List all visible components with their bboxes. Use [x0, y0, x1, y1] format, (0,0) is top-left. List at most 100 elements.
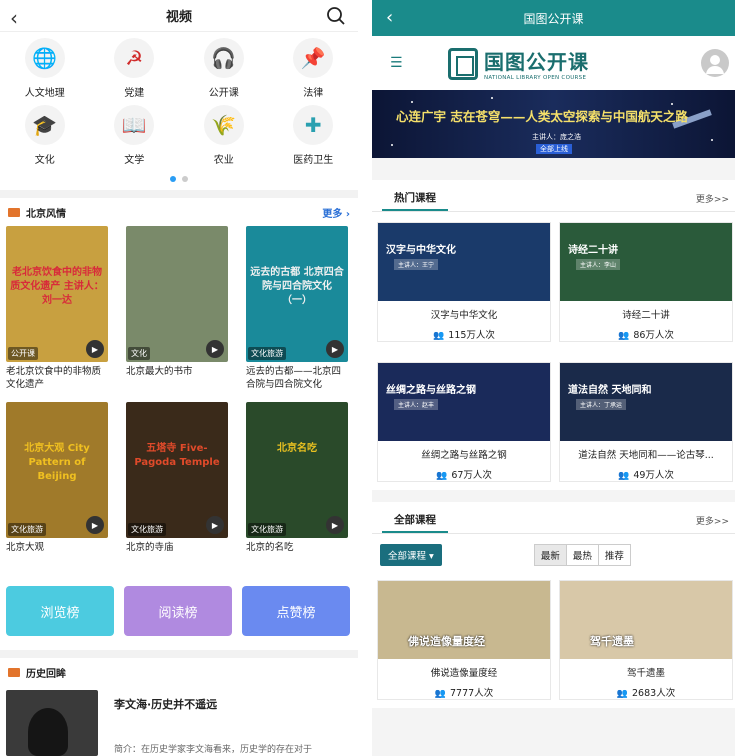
course-image-title: 佛说造像量度经	[408, 635, 485, 648]
category-item[interactable]: 📌 法律	[269, 38, 359, 105]
view-count: 2683人次	[632, 688, 676, 699]
course-thumbnail[interactable]: 诗经二十讲 主讲人：李山	[560, 223, 732, 301]
video-title: 北京大观	[6, 542, 45, 553]
course-card[interactable]: 汉字与中华文化 主讲人：王宁 汉字与中华文化 👥 115万人次	[377, 222, 551, 342]
video-item[interactable]: 文化 ▶ 北京最大的书市	[126, 226, 228, 402]
section-title: 历史回眸	[26, 668, 66, 680]
video-item[interactable]: 北京大观 City Pattern of Beijing 文化旅游 ▶ 北京大观	[6, 402, 108, 578]
video-thumbnail[interactable]: 远去的古都 北京四合院与四合院文化 （一） 文化旅游 ▶	[246, 226, 348, 362]
play-icon[interactable]: ▶	[86, 340, 104, 358]
category-item[interactable]: 🎧 公开课	[179, 38, 269, 105]
course-image-speaker: 主讲人：王宁	[394, 259, 439, 270]
view-count: 67万人次	[451, 470, 492, 481]
logo-subtext: NATIONAL LIBRARY OPEN COURSE	[484, 75, 587, 81]
rank-button[interactable]: 阅读榜	[124, 586, 232, 636]
course-card[interactable]: 佛说造像量度经 佛说造像量度经 👥 7777人次	[377, 580, 551, 700]
video-thumbnail[interactable]: 文化 ▶	[126, 226, 228, 362]
course-image-speaker: 主讲人：赵丰	[394, 399, 439, 410]
party-emblem-icon: ☭	[114, 38, 155, 78]
category-label: 公开课	[208, 88, 239, 99]
globe-icon: 🌐	[24, 38, 65, 78]
course-image-speaker: 主讲人：丁承运	[576, 399, 627, 410]
more-link[interactable]: 更多>>	[696, 514, 729, 533]
sort-tab[interactable]: 最新	[534, 545, 567, 565]
play-icon[interactable]: ▶	[326, 340, 344, 358]
history-item[interactable]: 李文海·历史并不遥远 简介：在历史学家李文海看来，历史学的存在对于	[0, 686, 358, 756]
category-item[interactable]: 📖 文学	[90, 105, 180, 172]
page-dot-active[interactable]	[170, 176, 176, 182]
course-card[interactable]: 驾千遗墨 驾千遗墨 👥 2683人次	[559, 580, 733, 700]
book-icon: 📖	[114, 105, 155, 145]
hot-courses-section: 热门课程 更多>> 汉字与中华文化 主讲人：王宁 汉字与中华文化 👥 115万人次 诗经二…	[372, 180, 735, 490]
course-thumbnail[interactable]: 汉字与中华文化主讲人：王宁	[378, 223, 550, 301]
chevron-left-icon[interactable]: ‹	[10, 6, 18, 30]
logo[interactable]: 国图公开课 NATIONAL LIBRARY OPEN COURSE	[448, 46, 589, 81]
course-thumbnail[interactable]: 驾千遗墨	[560, 581, 732, 659]
hot-course-grid: 汉字与中华文化 主讲人：王宁 汉字与中华文化 👥 115万人次 诗经二十讲 主讲人：李山 诗经…	[372, 212, 735, 482]
headset-person-icon: 🎧	[203, 38, 244, 78]
video-caption: 远去的古都 北京四合院与四合院文化 （一）	[250, 267, 344, 306]
play-icon[interactable]: ▶	[86, 516, 104, 534]
course-thumbnail[interactable]: 丝绸之路与丝路之钢主讲人：赵丰	[378, 363, 550, 441]
history-thumbnail	[6, 690, 98, 756]
section-title: 全部课程	[382, 512, 448, 533]
user-avatar-icon[interactable]	[701, 49, 729, 77]
play-icon[interactable]: ▶	[326, 516, 344, 534]
category-item[interactable]: ✚ 医药卫生	[269, 105, 359, 172]
rank-button[interactable]: 浏览榜	[6, 586, 114, 636]
play-icon[interactable]: ▶	[206, 516, 224, 534]
wheat-icon: 🌾	[203, 105, 244, 145]
course-title: 驾千遗墨	[626, 668, 665, 679]
video-tag: 公开课	[8, 347, 38, 360]
chevron-left-icon[interactable]: ‹	[386, 7, 393, 28]
category-label: 党建	[124, 88, 145, 99]
category-label: 文化	[34, 155, 55, 166]
video-item[interactable]: 五塔寺 Five-Pagoda Temple 文化旅游 ▶ 北京的寺庙	[126, 402, 228, 578]
page-dot[interactable]	[182, 176, 188, 182]
course-title: 丝绸之路与丝路之钢	[421, 450, 507, 461]
course-title: 诗经二十讲	[622, 310, 670, 321]
section-marker-icon	[8, 207, 20, 217]
video-caption: 五塔寺 Five-Pagoda Temple	[134, 443, 220, 468]
course-image-title: 诗经二十讲	[568, 245, 618, 256]
course-image-title: 丝绸之路与丝路之钢	[386, 385, 476, 396]
video-tag: 文化旅游	[8, 523, 46, 536]
course-title: 道法自然 天地同和——论古琴...	[578, 450, 714, 461]
rank-button[interactable]: 点赞榜	[242, 586, 350, 636]
search-icon[interactable]	[326, 6, 346, 26]
video-title: 北京的寺庙	[126, 542, 174, 553]
video-caption: 北京大观 City Pattern of Beijing	[24, 443, 90, 482]
all-courses-section: 全部课程 更多>> 全部课程 ▾ 最新 最热 推荐 佛说造像量度经 佛说造像量度经 👥 7…	[372, 502, 735, 708]
video-grid: 老北京饮食中的非物质文化遗产 主讲人：刘一达 公开课 ▶ 老北京饮食中的非物质文化遗产…	[0, 226, 358, 578]
medical-cross-icon: ✚	[293, 105, 334, 145]
more-link[interactable]: 更多 ›	[322, 205, 350, 220]
category-item[interactable]: ☭ 党建	[90, 38, 180, 105]
course-card[interactable]: 道法自然 天地同和 主讲人：丁承运 道法自然 天地同和——论古琴... 👥 49万人次	[559, 362, 733, 482]
play-icon[interactable]: ▶	[206, 340, 224, 358]
video-item[interactable]: 老北京饮食中的非物质文化遗产 主讲人：刘一达 公开课 ▶ 老北京饮食中的非物质文化遗产	[6, 226, 108, 402]
course-image-title: 汉字与中华文化	[386, 245, 456, 256]
course-image-title: 驾千遗墨	[590, 635, 634, 648]
banner[interactable]: 心连广宇 志在苍穹——人类太空探索与中国航天之路 主讲人：庞之浩 全部上线	[372, 90, 735, 158]
video-header: ‹ 视频	[0, 0, 358, 32]
history-desc: 简介：在历史学家李文海看来，历史学的存在对于	[114, 745, 313, 755]
video-item[interactable]: 北京名吃 文化旅游 ▶ 北京的名吃	[246, 402, 348, 578]
more-link[interactable]: 更多>>	[696, 192, 729, 211]
category-item[interactable]: 🌾 农业	[179, 105, 269, 172]
sort-tab[interactable]: 最热	[566, 545, 599, 565]
video-thumbnail[interactable]: 五塔寺 Five-Pagoda Temple 文化旅游 ▶	[126, 402, 228, 538]
category-item[interactable]: 🌐 人文地理	[0, 38, 90, 105]
course-thumbnail[interactable]: 佛说造像量度经	[378, 581, 550, 659]
sort-tab[interactable]: 推荐	[598, 545, 630, 565]
category-item[interactable]: 🎓 文化	[0, 105, 90, 172]
video-thumbnail[interactable]: 老北京饮食中的非物质文化遗产 主讲人：刘一达 公开课 ▶	[6, 226, 108, 362]
video-item[interactable]: 远去的古都 北京四合院与四合院文化 （一） 文化旅游 ▶ 远去的古都——北京四合院与四…	[246, 226, 348, 402]
video-thumbnail[interactable]: 北京名吃 文化旅游 ▶	[246, 402, 348, 538]
course-card[interactable]: 诗经二十讲 主讲人：李山 诗经二十讲 👥 86万人次	[559, 222, 733, 342]
video-thumbnail[interactable]: 北京大观 City Pattern of Beijing 文化旅游 ▶	[6, 402, 108, 538]
page-title: 视频	[165, 10, 192, 25]
course-card[interactable]: 丝绸之路与丝路之钢 主讲人：赵丰 丝绸之路与丝路之钢 👥 67万人次	[377, 362, 551, 482]
course-thumbnail[interactable]: 道法自然 天地同和 主讲人：丁承运	[560, 363, 732, 441]
course-dropdown[interactable]: 全部课程 ▾	[380, 544, 442, 566]
hamburger-menu-icon[interactable]: ☰	[390, 55, 403, 71]
